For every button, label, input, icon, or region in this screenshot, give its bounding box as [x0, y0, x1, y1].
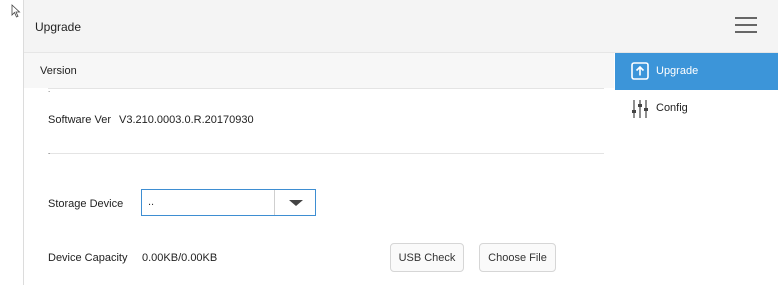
usb-check-button[interactable]: USB Check — [390, 243, 464, 272]
dot-marker: . — [48, 147, 51, 156]
divider — [48, 153, 604, 154]
sidebar: Upgrade Config — [615, 53, 778, 285]
section-title: Version — [40, 65, 77, 77]
sidebar-item-label: Config — [656, 102, 688, 114]
sidebar-item-config[interactable]: Config — [615, 90, 778, 127]
choose-file-button[interactable]: Choose File — [479, 243, 556, 272]
device-capacity-value: 0.00KB/0.00KB — [142, 252, 218, 264]
main-panel: Version . Software Ver V3.210.0003.0.R.2… — [24, 53, 614, 285]
software-version-value: V3.210.0003.0.R.20170930 — [119, 114, 254, 126]
hamburger-menu-icon[interactable] — [735, 17, 757, 35]
software-version-label: Software Ver — [48, 114, 111, 126]
upgrade-arrow-icon — [631, 62, 649, 80]
mouse-cursor-icon — [11, 4, 21, 18]
device-capacity-label: Device Capacity — [48, 252, 128, 264]
version-section-header: Version — [24, 53, 614, 88]
dot-marker: . — [48, 85, 51, 94]
page-title: Upgrade — [35, 20, 82, 34]
storage-device-select[interactable]: .. — [141, 189, 316, 216]
divider — [48, 88, 604, 89]
select-separator — [274, 190, 275, 215]
sidebar-item-label: Upgrade — [656, 65, 699, 77]
sliders-icon — [632, 100, 648, 118]
storage-device-label: Storage Device — [48, 198, 124, 210]
storage-device-selected-value: .. — [148, 196, 155, 208]
title-bar: Upgrade — [24, 0, 778, 53]
dropdown-arrow-icon[interactable] — [289, 200, 303, 206]
sidebar-item-upgrade[interactable]: Upgrade — [615, 53, 778, 90]
